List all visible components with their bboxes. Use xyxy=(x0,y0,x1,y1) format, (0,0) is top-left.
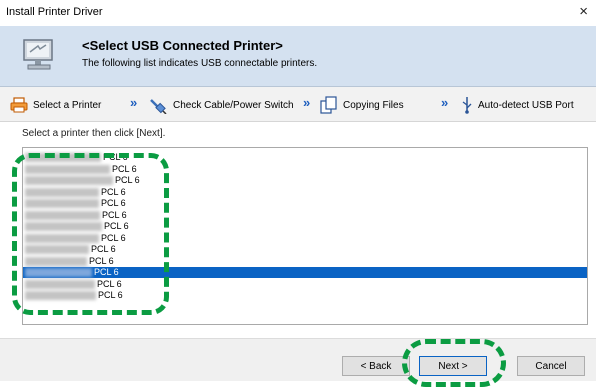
close-icon[interactable]: × xyxy=(579,3,588,20)
step-arrow-icon: » xyxy=(441,95,448,110)
cancel-button[interactable]: Cancel xyxy=(517,356,585,376)
title-bar: Install Printer Driver × xyxy=(0,0,596,26)
computer-monitor-icon xyxy=(18,36,60,76)
page-title: <Select USB Connected Printer> xyxy=(82,38,283,53)
window-title: Install Printer Driver xyxy=(6,6,103,18)
printer-icon xyxy=(10,97,28,113)
step-auto-detect: Auto-detect USB Port xyxy=(461,96,574,114)
header-banner: <Select USB Connected Printer> The follo… xyxy=(0,26,596,87)
step-select-printer: Select a Printer xyxy=(10,96,101,114)
page-subtitle: The following list indicates USB connect… xyxy=(82,58,318,69)
step-label: Check Cable/Power Switch xyxy=(173,99,294,111)
instruction-text: Select a printer then click [Next]. xyxy=(22,128,166,139)
step-copying-files: Copying Files xyxy=(320,96,404,114)
step-check-cable: Check Cable/Power Switch xyxy=(148,96,294,114)
footer-bar xyxy=(0,338,596,381)
step-arrow-icon: » xyxy=(303,95,310,110)
wizard-steps: Select a Printer » Check Cable/Power Swi… xyxy=(0,87,596,122)
copy-files-icon xyxy=(320,96,338,114)
step-label: Copying Files xyxy=(343,99,404,111)
cable-plug-icon xyxy=(148,96,168,114)
step-label: Auto-detect USB Port xyxy=(478,99,574,111)
list-highlight-marker xyxy=(12,153,169,315)
step-label: Select a Printer xyxy=(33,99,102,111)
back-button[interactable]: < Back xyxy=(342,356,410,376)
usb-icon xyxy=(461,96,473,114)
step-arrow-icon: » xyxy=(130,95,137,110)
